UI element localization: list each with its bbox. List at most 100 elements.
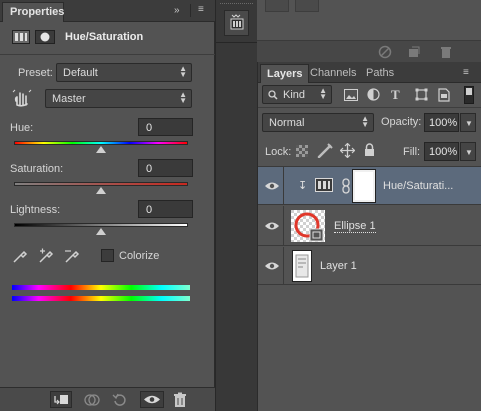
reset-icon[interactable] [112,392,128,408]
lightness-slider-track[interactable] [14,223,188,227]
ellipse-layer-thumbnail[interactable] [291,210,325,242]
trash-icon[interactable] [172,392,188,408]
filter-pixel-icon[interactable] [344,89,358,101]
layer-row-layer-1[interactable]: Layer 1 [258,247,481,285]
hue-input[interactable]: 0 [138,118,193,136]
dropdown-arrows-icon: ▲ ▼ [319,86,327,101]
upper-panel-footer [257,40,481,62]
search-icon [268,90,278,100]
saturation-input[interactable]: 0 [138,159,193,177]
properties-panel: Properties » ≡ Hue/Saturation Preset: De… [0,0,215,411]
color-range-bar-result [12,296,190,301]
trash-icon[interactable] [439,45,453,59]
colorize-label: Colorize [119,250,160,262]
dropdown-arrows-icon: ▲ ▼ [361,114,369,129]
channel-dropdown[interactable]: Master ▲ ▼ [45,89,192,108]
saturation-slider-thumb[interactable] [96,187,106,194]
no-icon[interactable] [378,45,392,59]
layer-row-hue-saturation[interactable]: ↧ Hue/Saturati... [258,167,481,205]
blend-mode-dropdown[interactable]: Normal ▲ ▼ [262,113,374,132]
dropdown-arrows-icon: ▲ ▼ [179,90,187,105]
layer-name[interactable]: Layer 1 [320,260,357,272]
link-icon[interactable] [342,178,350,194]
lightness-input[interactable]: 0 [138,200,193,218]
grip [220,3,253,6]
upper-panel [257,0,481,40]
hue-slider-track[interactable] [14,141,188,145]
lock-position-icon[interactable] [340,143,355,158]
adjustment-icon [12,30,30,44]
tab-properties[interactable]: Properties [2,2,64,22]
filter-shape-icon[interactable] [415,88,428,101]
opacity-label: Opacity: [381,116,422,128]
divider [258,107,481,108]
swatch-slot[interactable] [265,0,289,12]
lock-image-pixels-icon[interactable] [317,143,333,158]
lock-all-icon[interactable] [364,143,375,157]
adjustment-title: Hue/Saturation [65,31,144,43]
mask-icon[interactable] [35,30,55,44]
collapsed-panel-strip [216,0,257,411]
panel-menu-button[interactable]: ≡ [463,68,469,78]
panel-menu-button[interactable]: ≡ [198,5,204,15]
eyedropper-subtract-icon[interactable] [64,248,82,264]
filter-type-icon[interactable]: T [391,87,400,103]
fill-label: Fill: [403,146,421,158]
hue-slider-thumb[interactable] [96,146,106,153]
preset-dropdown[interactable]: Default ▲ ▼ [56,63,192,82]
opacity-input[interactable]: 100% [424,113,459,132]
clipping-arrow-icon: ↧ [298,180,308,192]
eye-icon [265,182,279,190]
visibility-icon[interactable] [140,391,164,408]
layer-mask-thumbnail[interactable] [352,169,376,203]
lightness-slider-thumb[interactable] [96,228,106,235]
dropdown-arrows-icon: ▲ ▼ [179,64,187,79]
tab-channels[interactable]: Channels [304,64,362,83]
layers-panel: Layers Channels Paths ≡ Kind ▲ ▼ T Normal… [257,62,481,411]
hue-label: Hue: [10,122,34,134]
colorize-checkbox[interactable] [101,249,114,262]
lightness-label: Lightness: [10,204,61,216]
filter-kind-dropdown[interactable]: Kind ▲ ▼ [262,85,332,104]
swatch-slot[interactable] [295,0,319,12]
fill-dropdown-arrow[interactable]: ▼ [460,142,476,161]
adjustments-panel-button[interactable] [224,10,249,36]
preset-value: Default [63,67,98,79]
color-range-bar-source [12,285,190,290]
tab-paths[interactable]: Paths [360,64,400,83]
filter-smart-object-icon[interactable] [438,88,450,102]
layer-visibility-toggle[interactable] [258,206,284,246]
properties-footer [0,387,215,411]
saturation-slider-track[interactable] [14,182,188,186]
filter-adjustment-icon[interactable] [367,88,380,101]
layer-visibility-toggle[interactable] [258,167,284,205]
divider [216,42,257,43]
layer-thumbnail[interactable] [292,250,312,282]
eyedropper-add-icon[interactable] [38,248,56,264]
blend-mode-value: Normal [269,117,305,129]
divider [0,54,215,55]
tab-layers[interactable]: Layers [260,64,310,83]
clip-to-layer-icon[interactable] [50,391,72,408]
view-previous-icon[interactable] [82,392,102,408]
hue-saturation-adjustment-icon [315,178,333,192]
lock-label: Lock: [265,146,292,158]
targeted-adjustment-hand-icon[interactable] [12,89,32,107]
collapse-panel-button[interactable]: » [174,6,180,16]
layer-name[interactable]: Hue/Saturati... [383,180,453,192]
fill-input[interactable]: 100% [424,142,459,161]
layer-name[interactable]: Ellipse 1 [334,220,376,233]
filter-toggle-switch[interactable] [464,86,474,104]
opacity-dropdown-arrow[interactable]: ▼ [460,113,476,132]
eyedropper-icon[interactable] [12,248,28,264]
divider [190,4,191,17]
eye-icon [265,222,279,230]
channel-value: Master [52,93,86,105]
lock-transparent-pixels-icon[interactable] [296,145,308,157]
layer-visibility-toggle[interactable] [258,247,284,285]
eye-icon [265,262,279,270]
saturation-label: Saturation: [10,163,64,175]
new-item-icon[interactable] [407,45,421,59]
properties-tab-bar: Properties » ≡ [0,0,215,22]
layer-row-ellipse[interactable]: Ellipse 1 [258,206,481,246]
